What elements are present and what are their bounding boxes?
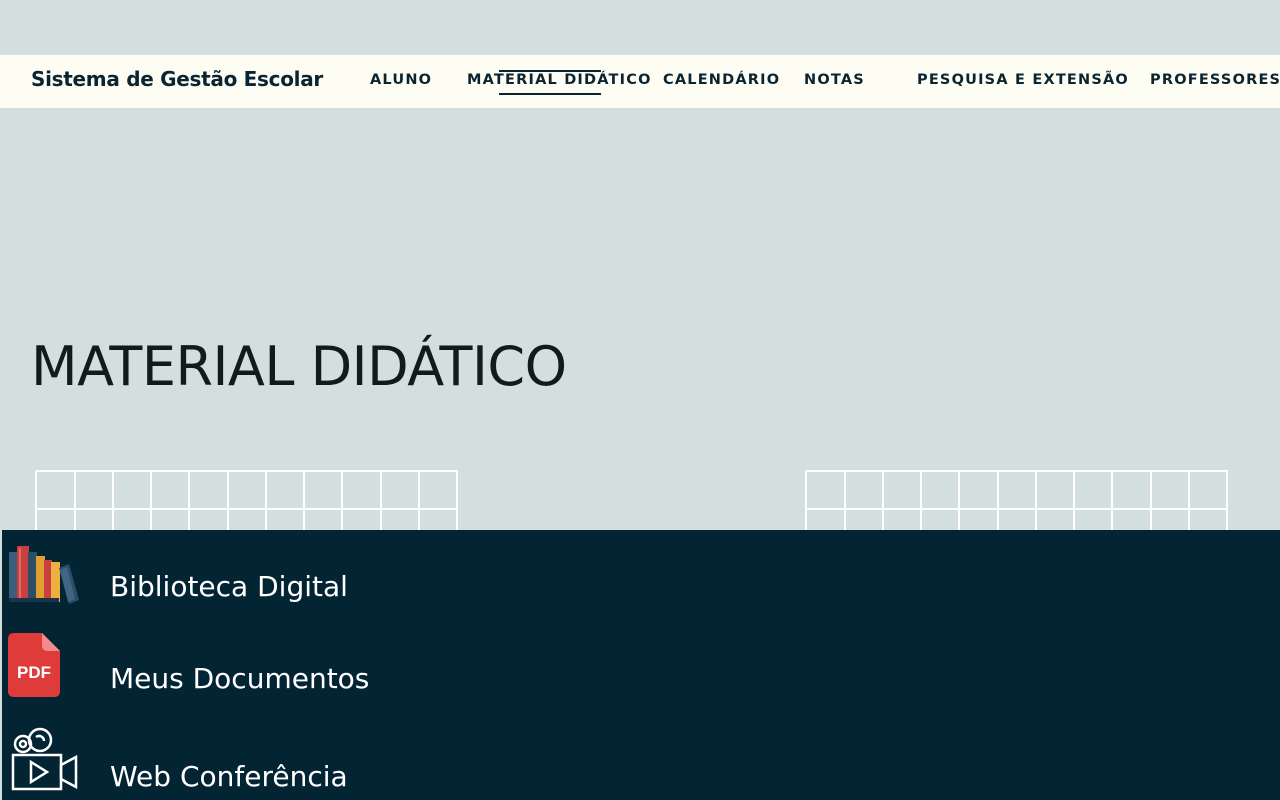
resource-label: Biblioteca Digital (110, 570, 348, 603)
resource-label: Meus Documentos (110, 662, 370, 695)
grid-decoration-left (35, 470, 458, 532)
nav-professores[interactable]: PROFESSORES (1150, 72, 1280, 88)
video-camera-icon (11, 727, 78, 791)
resource-web-conferencia[interactable]: Web Conferência (2, 725, 602, 800)
resource-label: Web Conferência (110, 760, 348, 793)
brand-title[interactable]: Sistema de Gestão Escolar (31, 67, 323, 91)
top-navbar: Sistema de Gestão Escolar ALUNO MATERIAL… (0, 55, 1280, 108)
pdf-icon-text: PDF (17, 663, 51, 682)
resources-panel: Biblioteca Digital PDF Meus Documentos W… (2, 530, 1280, 800)
resource-meus-documentos[interactable]: PDF Meus Documentos (2, 630, 602, 710)
nav-calendario[interactable]: CALENDÁRIO (663, 72, 780, 88)
nav-material-didatico[interactable]: MATERIAL DIDÁTICO (467, 72, 652, 88)
page-title: MATERIAL DIDÁTICO (31, 335, 567, 398)
nav-pesquisa-extensao[interactable]: PESQUISA E EXTENSÃO (917, 72, 1129, 88)
nav-aluno[interactable]: ALUNO (370, 72, 432, 88)
grid-decoration-right (805, 470, 1228, 532)
nav-active-indicator-bottom (499, 93, 601, 95)
nav-notas[interactable]: NOTAS (804, 72, 865, 88)
pdf-file-icon: PDF (8, 633, 60, 697)
nav-active-indicator-top (499, 70, 601, 72)
books-icon (9, 546, 79, 604)
resource-biblioteca-digital[interactable]: Biblioteca Digital (2, 540, 602, 620)
